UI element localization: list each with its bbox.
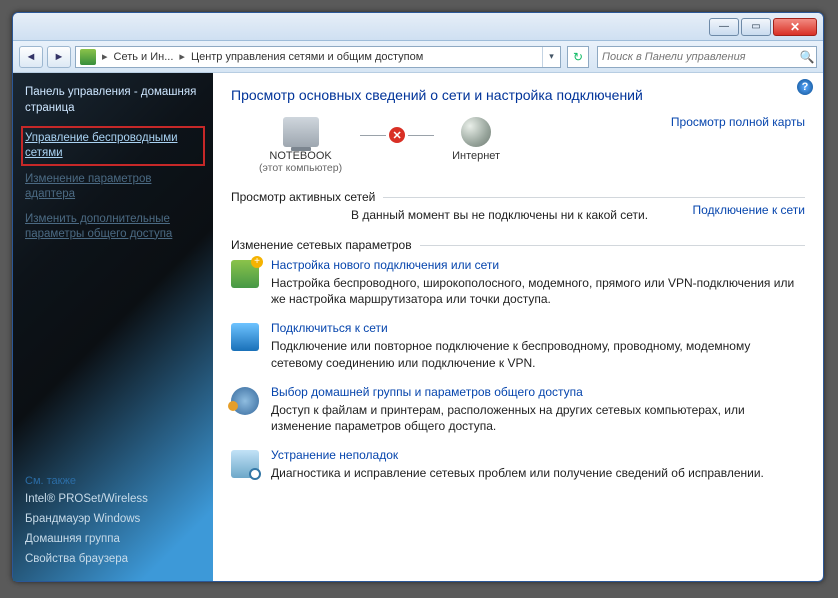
minimize-button[interactable]: —: [709, 18, 739, 36]
address-bar: ◄ ► ▸ Сеть и Ин... ▸ Центр управления се…: [13, 41, 823, 73]
connect-icon: [231, 323, 259, 351]
search-input[interactable]: [598, 51, 798, 63]
sidebar-item-adapter[interactable]: Изменение параметров адаптера: [25, 172, 201, 202]
search-box: 🔍: [597, 46, 817, 68]
computer-icon: [283, 117, 319, 147]
maximize-button[interactable]: ▭: [741, 18, 771, 36]
sidebar-item-wireless[interactable]: Управление беспроводными сетями: [25, 130, 201, 162]
change-settings-heading: Изменение сетевых параметров: [231, 238, 805, 252]
network-icon: [80, 49, 96, 65]
control-panel-window: — ▭ ✕ ◄ ► ▸ Сеть и Ин... ▸ Центр управле…: [12, 12, 824, 582]
node-internet[interactable]: Интернет: [452, 117, 500, 162]
breadcrumb-item[interactable]: Центр управления сетями и общим доступом: [187, 51, 427, 63]
task-title-link[interactable]: Выбор домашней группы и параметров общег…: [271, 385, 805, 399]
task-connect: Подключиться к сети Подключение или повт…: [231, 321, 805, 370]
task-desc: Доступ к файлам и принтерам, расположенн…: [271, 402, 805, 434]
task-homegroup: Выбор домашней группы и параметров общег…: [231, 385, 805, 434]
forward-button[interactable]: ►: [47, 46, 71, 68]
help-icon[interactable]: ?: [797, 79, 813, 95]
breadcrumb-dropdown[interactable]: ▾: [542, 46, 560, 68]
task-desc: Настройка беспроводного, широкополосного…: [271, 275, 805, 307]
troubleshoot-icon: [231, 450, 259, 478]
chevron-right-icon: ▸: [100, 50, 110, 63]
task-troubleshoot: Устранение неполадок Диагностика и испра…: [231, 448, 805, 481]
page-title: Просмотр основных сведений о сети и наст…: [231, 87, 805, 103]
homegroup-icon: [231, 387, 259, 415]
task-list: Настройка нового подключения или сети На…: [231, 258, 805, 481]
disconnected-icon: ✕: [389, 127, 405, 143]
search-icon[interactable]: 🔍: [798, 50, 816, 64]
back-button[interactable]: ◄: [19, 46, 43, 68]
task-desc: Подключение или повторное подключение к …: [271, 338, 805, 370]
node-sublabel: (этот компьютер): [259, 162, 342, 174]
task-new-connection: Настройка нового подключения или сети На…: [231, 258, 805, 307]
connect-network-link[interactable]: Подключение к сети: [693, 203, 805, 217]
new-connection-icon: [231, 260, 259, 288]
main-content: ? Просмотр основных сведений о сети и на…: [213, 73, 823, 581]
seealso-item[interactable]: Брандмауэр Windows: [25, 513, 201, 525]
sidebar-item-sharing[interactable]: Изменить дополнительные параметры общего…: [25, 212, 201, 242]
seealso-heading: См. также: [25, 475, 201, 487]
node-label: NOTEBOOK: [259, 150, 342, 162]
node-this-computer[interactable]: NOTEBOOK (этот компьютер): [259, 117, 342, 174]
titlebar: — ▭ ✕: [13, 13, 823, 41]
seealso-item[interactable]: Свойства браузера: [25, 553, 201, 565]
connection-broken: ✕: [360, 127, 434, 143]
breadcrumb[interactable]: ▸ Сеть и Ин... ▸ Центр управления сетями…: [75, 46, 561, 68]
seealso-item[interactable]: Домашняя группа: [25, 533, 201, 545]
globe-icon: [461, 117, 491, 147]
sidebar-home-link[interactable]: Панель управления - домашняя страница: [25, 85, 201, 116]
close-button[interactable]: ✕: [773, 18, 817, 36]
node-label: Интернет: [452, 150, 500, 162]
seealso-item[interactable]: Intel® PROSet/Wireless: [25, 493, 201, 505]
task-title-link[interactable]: Подключиться к сети: [271, 321, 805, 335]
chevron-right-icon: ▸: [177, 50, 187, 63]
full-map-link[interactable]: Просмотр полной карты: [671, 115, 805, 129]
refresh-button[interactable]: ↻: [567, 46, 589, 68]
active-networks-heading: Просмотр активных сетей: [231, 190, 805, 204]
task-desc: Диагностика и исправление сетевых пробле…: [271, 465, 805, 481]
task-title-link[interactable]: Настройка нового подключения или сети: [271, 258, 805, 272]
breadcrumb-item[interactable]: Сеть и Ин...: [110, 51, 178, 63]
sidebar: Панель управления - домашняя страница Уп…: [13, 73, 213, 581]
task-title-link[interactable]: Устранение неполадок: [271, 448, 805, 462]
